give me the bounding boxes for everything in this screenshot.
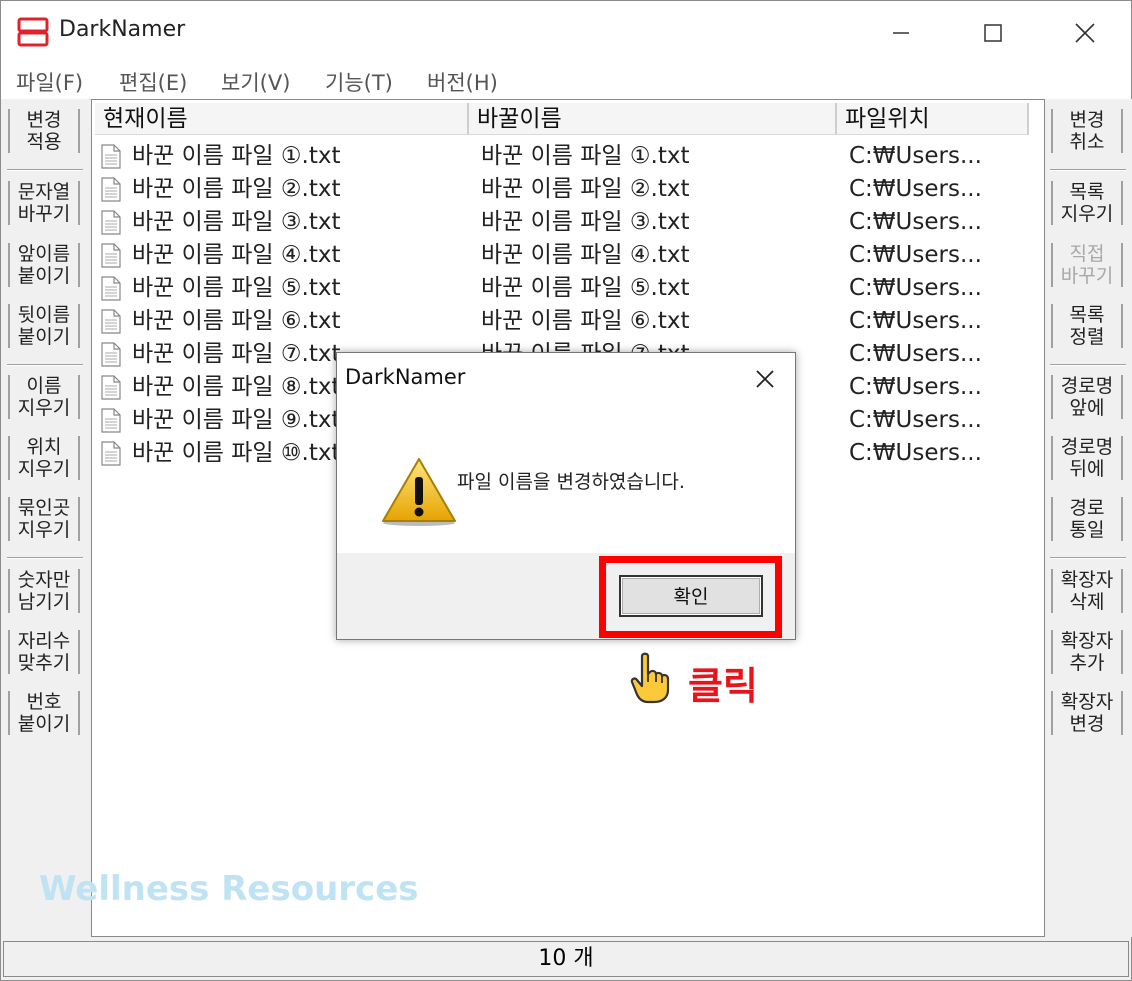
current-name-cell: 바꾼 이름 파일 ②.txt: [132, 176, 341, 202]
current-name-cell: 바꾼 이름 파일 ⑤.txt: [132, 275, 341, 301]
location-cell: C:₩Users...: [849, 308, 982, 334]
file-count: 10 개: [538, 946, 594, 971]
current-name-cell: 바꾼 이름 파일 ①.txt: [132, 143, 341, 169]
new-name-cell: 바꾼 이름 파일 ②.txt: [481, 176, 690, 202]
manual-rename-button[interactable]: 직접 바꾸기: [1051, 243, 1123, 287]
menu-view[interactable]: 보기(V): [221, 67, 290, 97]
pad-digits-button[interactable]: 자리수 맞추기: [8, 630, 80, 674]
append-name-button[interactable]: 뒷이름 붙이기: [8, 304, 80, 348]
separator: [7, 364, 83, 366]
new-name-cell: 바꾼 이름 파일 ⑤.txt: [481, 275, 690, 301]
left-toolbar: 변경 적용 문자열 바꾸기 앞이름 붙이기 뒷이름 붙이기 이름 지우기 위치 …: [1, 99, 89, 937]
replace-string-button[interactable]: 문자열 바꾸기: [8, 181, 80, 225]
separator: [1050, 557, 1126, 559]
separator: [1050, 169, 1126, 171]
location-cell: C:₩Users...: [849, 209, 982, 235]
location-cell: C:₩Users...: [849, 275, 982, 301]
watermark: Wellness Resources: [39, 869, 419, 909]
new-name-cell: 바꾼 이름 파일 ③.txt: [481, 209, 690, 235]
click-highlight-box: [599, 556, 782, 638]
location-cell: C:₩Users...: [849, 143, 982, 169]
undo-change-button[interactable]: 변경 취소: [1051, 109, 1123, 153]
title-bar[interactable]: DarkNamer: [1, 1, 1131, 63]
add-extension-button[interactable]: 확장자 추가: [1051, 630, 1123, 674]
current-name-cell: 바꾼 이름 파일 ③.txt: [132, 209, 341, 235]
current-name-cell: 바꾼 이름 파일 ④.txt: [132, 242, 341, 268]
location-cell: C:₩Users...: [849, 440, 982, 466]
menu-function[interactable]: 기능(T): [325, 67, 393, 97]
table-row[interactable]: 바꾼 이름 파일 ③.txt 바꾼 이름 파일 ③.txt C:₩Users...: [92, 206, 1044, 239]
file-icon: [101, 441, 121, 466]
file-icon: [101, 342, 121, 367]
location-cell: C:₩Users...: [849, 341, 982, 367]
dialog-title: DarkNamer: [345, 365, 466, 389]
table-row[interactable]: 바꾼 이름 파일 ⑤.txt 바꾼 이름 파일 ⑤.txt C:₩Users...: [92, 272, 1044, 305]
delete-extension-button[interactable]: 확장자 삭제: [1051, 569, 1123, 613]
maximize-button[interactable]: [963, 11, 1023, 55]
menu-bar: 파일(F) 편집(E) 보기(V) 기능(T) 버전(H): [1, 63, 1131, 100]
file-icon: [101, 243, 121, 268]
unify-path-button[interactable]: 경로 통일: [1051, 497, 1123, 541]
delete-bracketed-button[interactable]: 묶인곳 지우기: [8, 497, 80, 541]
file-icon: [101, 276, 121, 301]
current-name-cell: 바꾼 이름 파일 ⑥.txt: [132, 308, 341, 334]
separator: [1050, 364, 1126, 366]
location-cell: C:₩Users...: [849, 407, 982, 433]
pointing-hand-icon: [630, 652, 670, 704]
column-new-name[interactable]: 바꿀이름: [469, 103, 837, 135]
separator: [7, 169, 83, 171]
dialog-message: 파일 이름을 변경하였습니다.: [457, 471, 685, 493]
file-icon: [101, 177, 121, 202]
close-icon: [1075, 23, 1095, 43]
new-name-cell: 바꾼 이름 파일 ⑥.txt: [481, 308, 690, 334]
status-bar: 10 개: [3, 941, 1129, 977]
maximize-icon: [984, 24, 1002, 42]
keep-numbers-button[interactable]: 숫자만 남기기: [8, 569, 80, 613]
dialog-close-button[interactable]: [745, 361, 785, 397]
table-row[interactable]: 바꾼 이름 파일 ④.txt 바꾼 이름 파일 ④.txt C:₩Users...: [92, 239, 1044, 272]
menu-version[interactable]: 버전(H): [427, 67, 498, 97]
path-prefix-button[interactable]: 경로명 앞에: [1051, 375, 1123, 419]
column-current-name[interactable]: 현재이름: [95, 103, 469, 135]
add-number-button[interactable]: 번호 붙이기: [8, 691, 80, 735]
location-cell: C:₩Users...: [849, 176, 982, 202]
close-icon: [756, 370, 774, 388]
sort-list-button[interactable]: 목록 정렬: [1051, 304, 1123, 348]
right-toolbar: 변경 취소 목록 지우기 직접 바꾸기 목록 정렬 경로명 앞에 경로명 뒤에 …: [1044, 99, 1132, 937]
table-row[interactable]: 바꾼 이름 파일 ⑥.txt 바꾼 이름 파일 ⑥.txt C:₩Users...: [92, 305, 1044, 338]
file-icon: [101, 375, 121, 400]
new-name-cell: 바꾼 이름 파일 ①.txt: [481, 143, 690, 169]
minimize-button[interactable]: [871, 11, 931, 55]
close-button[interactable]: [1055, 11, 1115, 55]
file-icon: [101, 144, 121, 169]
click-annotation: 클릭: [688, 664, 758, 708]
location-cell: C:₩Users...: [849, 374, 982, 400]
apply-change-button[interactable]: 변경 적용: [8, 109, 80, 153]
warning-icon: [382, 458, 456, 526]
table-row[interactable]: 바꾼 이름 파일 ②.txt 바꾼 이름 파일 ②.txt C:₩Users...: [92, 173, 1044, 206]
table-row[interactable]: 바꾼 이름 파일 ①.txt 바꾼 이름 파일 ①.txt C:₩Users...: [92, 140, 1044, 173]
menu-file[interactable]: 파일(F): [16, 67, 83, 97]
column-file-location[interactable]: 파일위치: [837, 103, 1029, 135]
delete-name-button[interactable]: 이름 지우기: [8, 375, 80, 419]
separator: [7, 557, 83, 559]
menu-edit[interactable]: 편집(E): [119, 67, 187, 97]
location-cell: C:₩Users...: [849, 242, 982, 268]
change-extension-button[interactable]: 확장자 변경: [1051, 691, 1123, 735]
file-icon: [101, 408, 121, 433]
app-icon: [17, 17, 49, 47]
minimize-icon: [893, 32, 909, 34]
file-icon: [101, 210, 121, 235]
path-suffix-button[interactable]: 경로명 뒤에: [1051, 436, 1123, 480]
prepend-name-button[interactable]: 앞이름 붙이기: [8, 243, 80, 287]
window-title: DarkNamer: [59, 17, 186, 42]
delete-position-button[interactable]: 위치 지우기: [8, 436, 80, 480]
clear-list-button[interactable]: 목록 지우기: [1051, 181, 1123, 225]
new-name-cell: 바꾼 이름 파일 ④.txt: [481, 242, 690, 268]
file-icon: [101, 309, 121, 334]
